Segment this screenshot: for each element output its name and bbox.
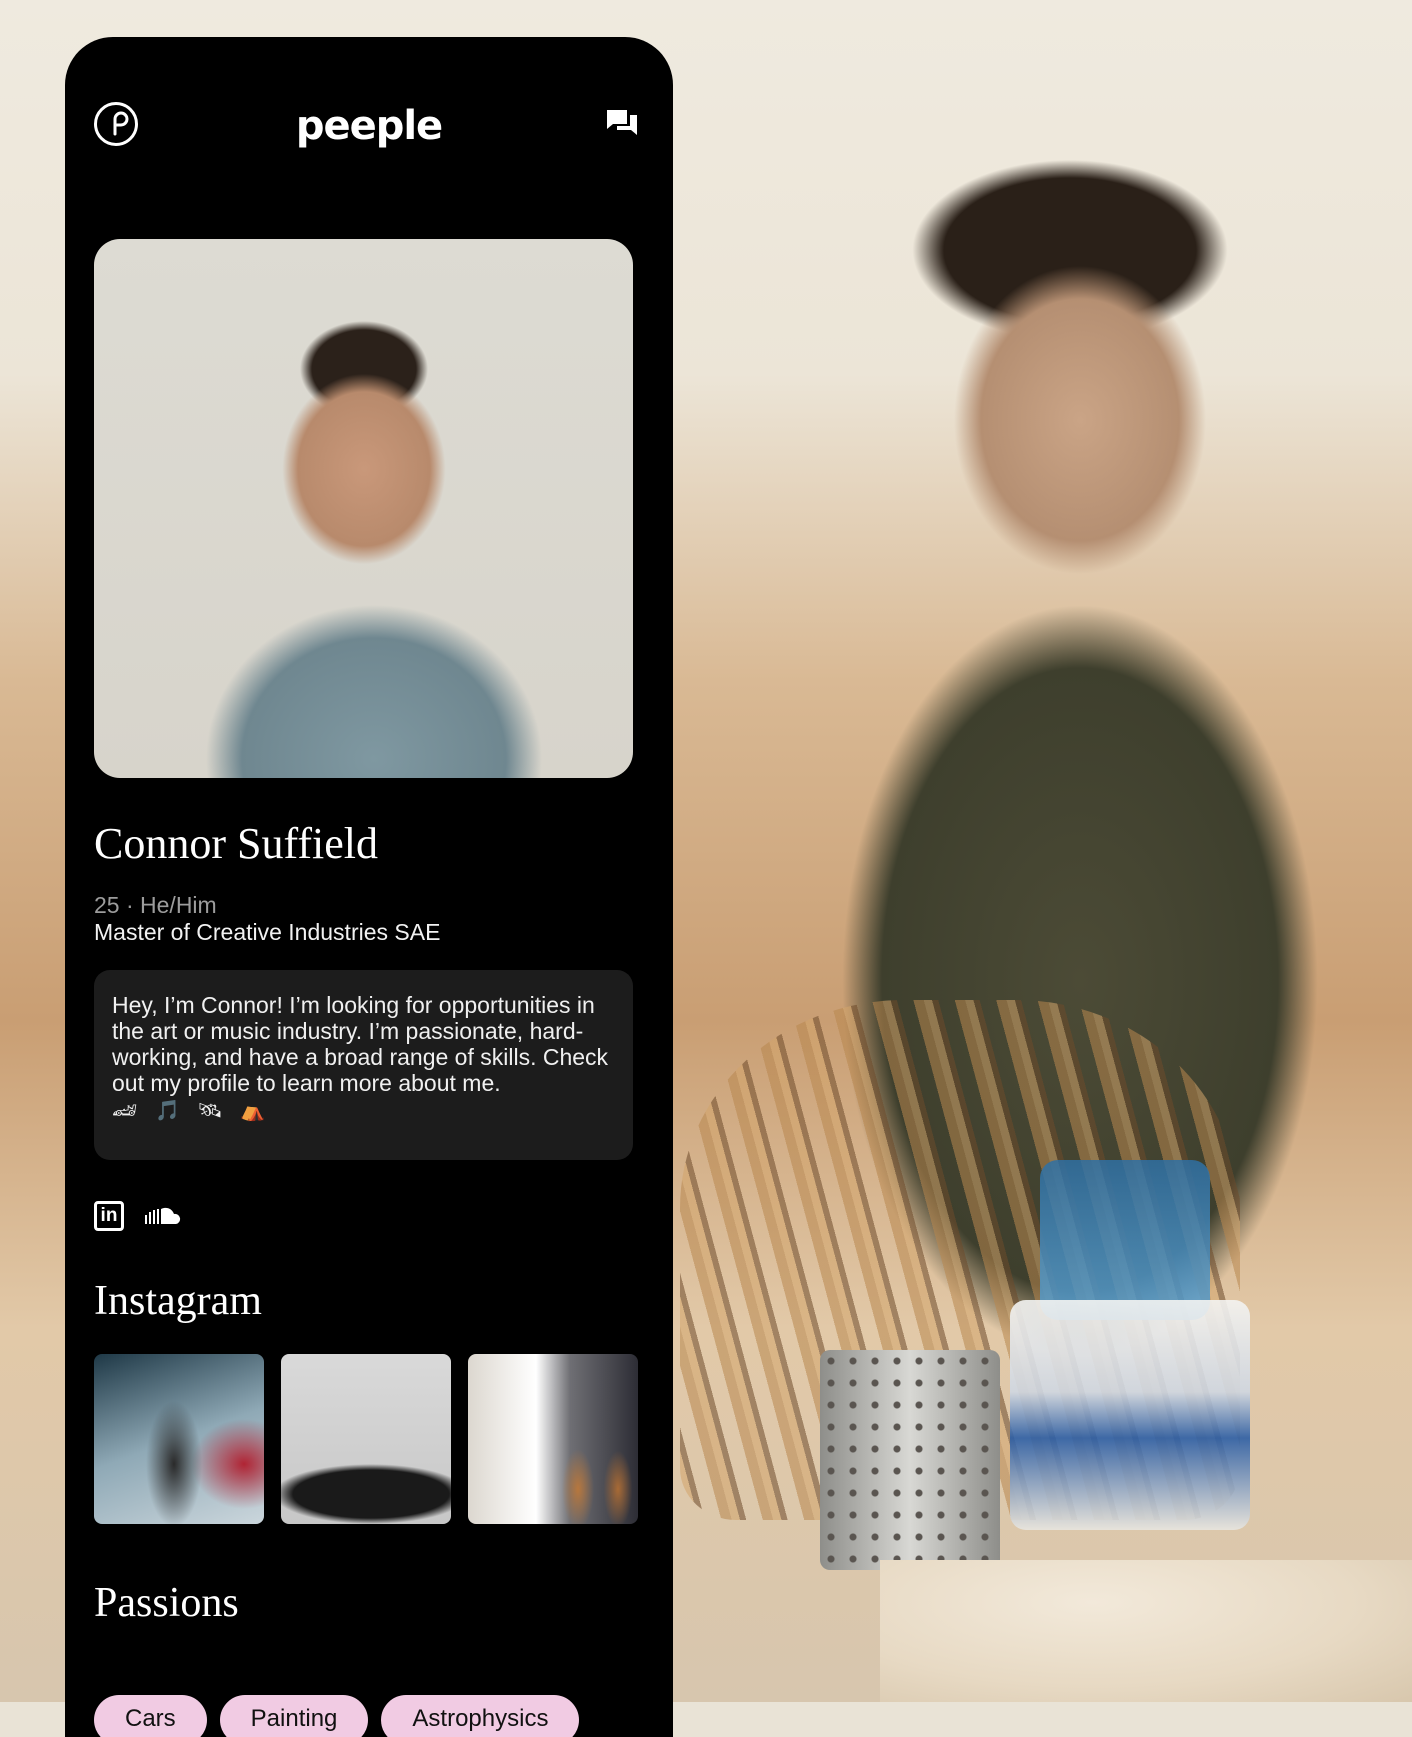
education: Master of Creative Industries SAE xyxy=(94,919,441,945)
cloth xyxy=(880,1560,1412,1702)
brush-holder xyxy=(820,1350,1000,1570)
passion-chip[interactable]: Painting xyxy=(219,1695,369,1737)
instagram-photos xyxy=(94,1354,638,1524)
app-brand: peeple xyxy=(295,103,443,149)
bio-emojis: 🏎 🎵 🛰 ⛺ xyxy=(112,1100,272,1122)
bio-text: Hey, I’m Connor! I’m looking for opportu… xyxy=(112,992,609,1096)
instagram-photo-concert[interactable] xyxy=(94,1354,264,1524)
instagram-photo-record-player[interactable] xyxy=(281,1354,451,1524)
bio-card: Hey, I’m Connor! I’m looking for opportu… xyxy=(94,970,633,1160)
passion-chip[interactable]: Astrophysics xyxy=(381,1695,580,1737)
instagram-photo-guitar-room[interactable] xyxy=(468,1354,638,1524)
passions-title: Passions xyxy=(94,1580,239,1626)
social-links: in xyxy=(94,1201,182,1231)
passion-chips: Cars Painting Astrophysics xyxy=(94,1695,580,1737)
profile-photo[interactable] xyxy=(94,239,633,778)
soundcloud-icon[interactable] xyxy=(144,1205,182,1227)
linkedin-icon[interactable]: in xyxy=(94,1201,124,1231)
profile-name: Connor Suffield xyxy=(94,819,378,868)
profile-panel: peeple Connor Suffield 25 · He/Him Maste… xyxy=(65,37,673,1737)
top-bar: peeple xyxy=(65,37,673,207)
instagram-title: Instagram xyxy=(94,1278,262,1324)
chat-icon[interactable] xyxy=(605,107,639,139)
passion-chip[interactable]: Cars xyxy=(94,1695,207,1737)
age-pronouns: 25 · He/Him xyxy=(94,892,217,918)
paint-jar-blue xyxy=(1040,1160,1210,1320)
paint-tub xyxy=(1010,1300,1250,1530)
